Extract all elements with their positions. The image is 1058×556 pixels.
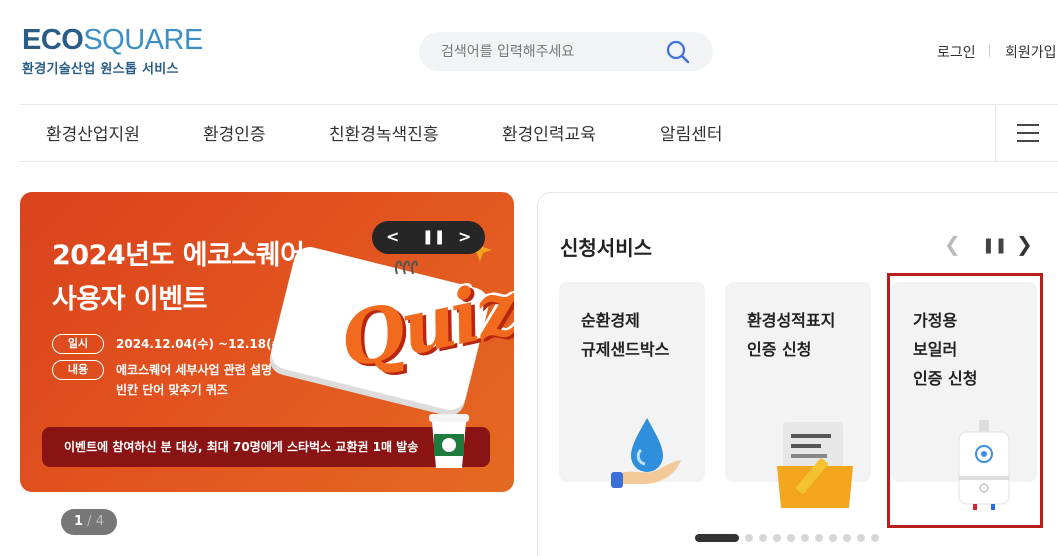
event-date: 2024.12.04(수) ~12.18(수) [116,337,289,351]
spiral-binding-icon [394,260,418,275]
service-card-sandbox[interactable]: 순환경제 규제샌드박스 [559,282,705,488]
nav-top-divider [20,104,1058,105]
pagination-dot[interactable] [829,534,837,542]
logo-text: ECOSQUARE [22,24,203,56]
date-label-pill: 일시 [52,334,104,354]
event-date-row: 일시 2024.12.04(수) ~12.18(수) [52,334,288,354]
pagination-dot[interactable] [745,534,753,542]
pagination-dot[interactable] [787,534,795,542]
event-content-line1: 에코스퀘어 세부사업 관련 설명 [116,363,273,377]
nav-item-green-promotion[interactable]: 친환경녹색진흥 [329,120,438,145]
banner-prev-button[interactable]: < [386,227,399,246]
selected-card-highlight [887,273,1043,528]
service-prev-button[interactable]: ❮ [944,232,961,256]
search-input[interactable] [441,32,661,71]
search-icon[interactable] [665,39,691,65]
pagination-dot[interactable] [773,534,781,542]
nav-item-certification[interactable]: 환경인증 [203,120,266,145]
pagination-dot[interactable] [815,534,823,542]
banner-notice-bar: 이벤트에 참여하신 분 대상, 최대 70명에게 스타벅스 교환권 1매 발송 [42,427,490,467]
banner-controls: < ❚❚ > [372,221,485,254]
banner-page-indicator: 1 / 4 [61,509,117,535]
event-content-row: 내용 에코스퀘어 세부사업 관련 설명빈칸 단어 맞추기 퀴즈 [52,360,272,400]
service-next-button[interactable]: ❯ [1016,232,1033,256]
service-panel-title: 신청서비스 [560,236,652,260]
login-link[interactable]: 로그인 [937,42,976,62]
coffee-cup-icon [429,414,469,468]
join-link[interactable]: 회원가입 [1005,42,1057,62]
pagination-dot[interactable] [857,534,865,542]
logo[interactable]: ECOSQUARE 환경기술산업 원스톱 서비스 [22,24,203,78]
nav-item-notice-center[interactable]: 알림센터 [660,120,723,145]
pagination-dot[interactable] [843,534,851,542]
nav-item-education[interactable]: 환경인력교육 [502,120,596,145]
logo-subtitle: 환경기술산업 원스톱 서비스 [22,62,179,77]
banner-pause-button[interactable]: ❚❚ [422,229,445,245]
pagination-dot[interactable] [871,534,879,542]
service-pause-button[interactable]: ❚❚ [982,236,1007,254]
menu-icon [1017,124,1039,126]
event-content-line2: 빈칸 단어 맞추기 퀴즈 [116,383,228,397]
service-card-eco-label[interactable]: 환경성적표지 인증 신청 [725,282,871,508]
pagination-dot[interactable] [695,534,739,542]
document-pencil-icon [777,422,853,508]
water-drop-hand-icon [611,418,681,488]
banner-title: 2024년도 에코스퀘어 사용자 이벤트 [52,240,305,315]
pagination-dot[interactable] [801,534,809,542]
util-divider [989,45,990,57]
content-label-pill: 내용 [52,360,104,380]
nav-bottom-divider [20,161,1058,162]
nav-item-industry-support[interactable]: 환경산업지원 [46,120,140,145]
hamburger-menu-button[interactable] [995,104,1058,162]
pagination-dot[interactable] [759,534,767,542]
search-box [419,32,713,71]
banner-next-button[interactable]: > [458,227,471,246]
